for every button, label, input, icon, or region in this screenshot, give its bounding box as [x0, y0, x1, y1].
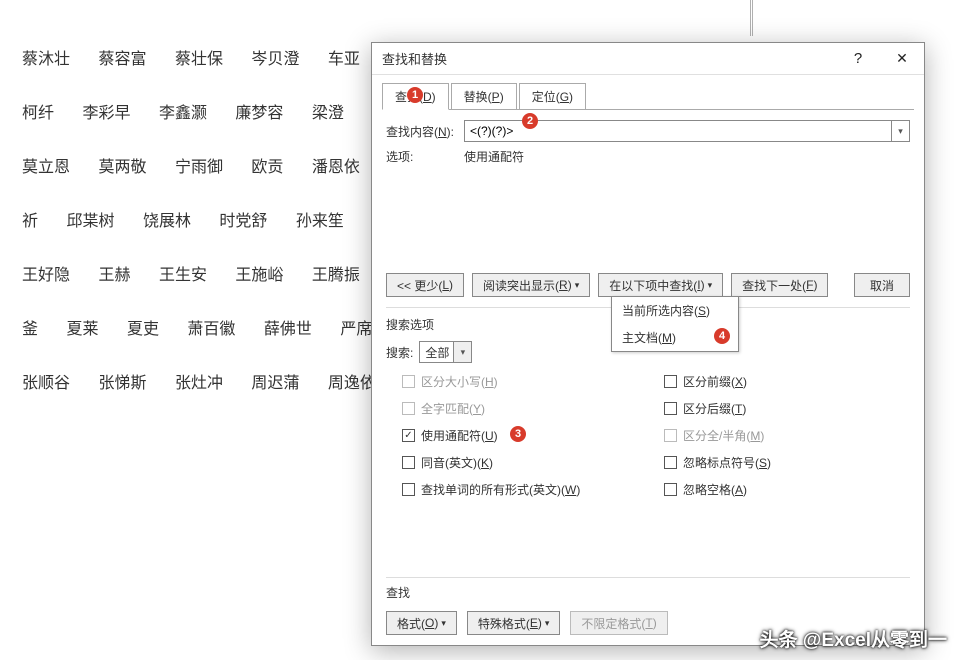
- name-cell: 李彩早: [82, 106, 130, 122]
- options-value: 使用通配符: [464, 148, 524, 165]
- name-cell: 廉梦容: [235, 106, 283, 122]
- name-cell: 柯纤: [22, 106, 54, 122]
- tabs: 查找(D) 1 替换(P) 定位(G): [372, 75, 924, 110]
- button-row: << 更少(L) 阅读突出显示(R) 在以下项中查找(I) 查找下一处(F) 取…: [386, 273, 910, 305]
- name-cell: 王施峪: [235, 268, 283, 284]
- tab-find[interactable]: 查找(D) 1: [382, 83, 449, 110]
- badge-3: 3: [510, 426, 526, 442]
- badge-1: 1: [407, 87, 423, 103]
- name-cell: 萧百徽: [187, 322, 235, 338]
- ruler-marker: [750, 0, 753, 36]
- name-cell: 饶展林: [143, 214, 191, 230]
- find-content-label: 查找内容(N):: [386, 123, 464, 140]
- name-cell: 王赫: [98, 268, 130, 284]
- badge-2: 2: [522, 113, 538, 129]
- less-button[interactable]: << 更少(L): [386, 273, 464, 297]
- checkbox-whole-word: 全字匹配(Y): [402, 400, 648, 417]
- menu-item-main-doc[interactable]: 主文档(M) 4: [612, 324, 738, 351]
- checkbox-match-prefix[interactable]: 区分前缀(X): [664, 373, 910, 390]
- name-cell: 莫立恩: [22, 160, 70, 176]
- name-cell: 时党舒: [219, 214, 267, 230]
- dialog-body: 查找内容(N): ▾ 2 选项: 使用通配符 << 更少(L) 阅读突出显示(R…: [372, 110, 924, 645]
- name-cell: 周逸依: [328, 376, 376, 392]
- name-cell: 蔡容富: [98, 52, 146, 68]
- chevron-down-icon: ▾: [453, 342, 471, 362]
- checkbox-match-case: 区分大小写(H): [402, 373, 648, 390]
- name-cell: 岑贝澄: [251, 52, 299, 68]
- badge-4: 4: [714, 328, 730, 344]
- name-cell: 孙来笙: [296, 214, 344, 230]
- format-button[interactable]: 格式(O): [386, 611, 457, 635]
- find-replace-dialog: 查找和替换 ? ✕ 查找(D) 1 替换(P) 定位(G) 查找内容(N): ▾…: [371, 42, 925, 646]
- find-format-title: 查找: [386, 584, 910, 601]
- titlebar[interactable]: 查找和替换 ? ✕: [372, 43, 924, 75]
- name-cell: 张顺谷: [22, 376, 70, 392]
- checkbox-use-wildcards[interactable]: 使用通配符(U) 3: [402, 427, 648, 444]
- name-cell: 夏吏: [127, 322, 159, 338]
- name-cell: 车亚: [328, 52, 360, 68]
- options-row: 选项: 使用通配符: [386, 148, 910, 165]
- checkbox-match-suffix[interactable]: 区分后缀(T): [664, 400, 910, 417]
- name-cell: 王生安: [159, 268, 207, 284]
- name-cell: 潘恩依: [312, 160, 360, 176]
- search-scope-value: 全部: [425, 344, 449, 361]
- find-content-row: 查找内容(N): ▾ 2: [386, 120, 910, 142]
- name-cell: 张灶冲: [175, 376, 223, 392]
- name-cell: 王好隐: [22, 268, 70, 284]
- search-scope-label: 搜索:: [386, 344, 413, 361]
- special-format-button[interactable]: 特殊格式(E): [467, 611, 561, 635]
- dialog-title: 查找和替换: [382, 49, 447, 68]
- cancel-button[interactable]: 取消: [854, 273, 910, 297]
- checkbox-all-forms[interactable]: 查找单词的所有形式(英文)(W): [402, 481, 648, 498]
- name-cell: 莫两敬: [98, 160, 146, 176]
- search-scope-select[interactable]: 全部 ▾: [419, 341, 472, 363]
- name-cell: 祈: [22, 214, 38, 230]
- name-cell: 李鑫灏: [159, 106, 207, 122]
- help-button[interactable]: ?: [836, 43, 880, 75]
- checkbox-full-half: 区分全/半角(M): [664, 427, 910, 444]
- checkbox-ignore-punct[interactable]: 忽略标点符号(S): [664, 454, 910, 471]
- name-cell: 严席: [340, 322, 372, 338]
- menu-item-selection[interactable]: 当前所选内容(S): [612, 297, 738, 324]
- name-cell: 张悌斯: [98, 376, 146, 392]
- tab-goto[interactable]: 定位(G): [519, 83, 586, 110]
- name-cell: 蔡壮保: [175, 52, 223, 68]
- find-content-dropdown-icon[interactable]: ▾: [892, 120, 910, 142]
- checkbox-sounds-like[interactable]: 同音(英文)(K): [402, 454, 648, 471]
- options-label: 选项:: [386, 148, 464, 165]
- find-in-button[interactable]: 在以下项中查找(I): [598, 273, 723, 297]
- name-cell: 欧贡: [251, 160, 283, 176]
- close-button[interactable]: ✕: [880, 43, 924, 75]
- checkbox-grid: 区分大小写(H) 全字匹配(Y) 使用通配符(U) 3 同音(英文)(K) 查找…: [386, 373, 910, 498]
- find-next-button[interactable]: 查找下一处(F): [731, 273, 828, 297]
- name-cell: 梁澄: [312, 106, 344, 122]
- find-in-menu: 当前所选内容(S) 主文档(M) 4: [611, 296, 739, 352]
- name-cell: 蔡沐壮: [22, 52, 70, 68]
- name-cell: 宁雨御: [175, 160, 223, 176]
- name-cell: 周迟蒲: [251, 376, 299, 392]
- name-cell: 釜: [22, 322, 38, 338]
- name-cell: 薛佛世: [264, 322, 312, 338]
- tab-replace[interactable]: 替换(P): [451, 83, 517, 110]
- name-cell: 王腾振: [312, 268, 360, 284]
- no-format-button: 不限定格式(T): [570, 611, 667, 635]
- watermark: 头条 @Excel从零到一: [760, 625, 947, 652]
- reading-highlight-button[interactable]: 阅读突出显示(R): [472, 273, 590, 297]
- checkbox-ignore-space[interactable]: 忽略空格(A): [664, 481, 910, 498]
- name-cell: 邱枼树: [66, 214, 114, 230]
- name-cell: 夏莱: [66, 322, 98, 338]
